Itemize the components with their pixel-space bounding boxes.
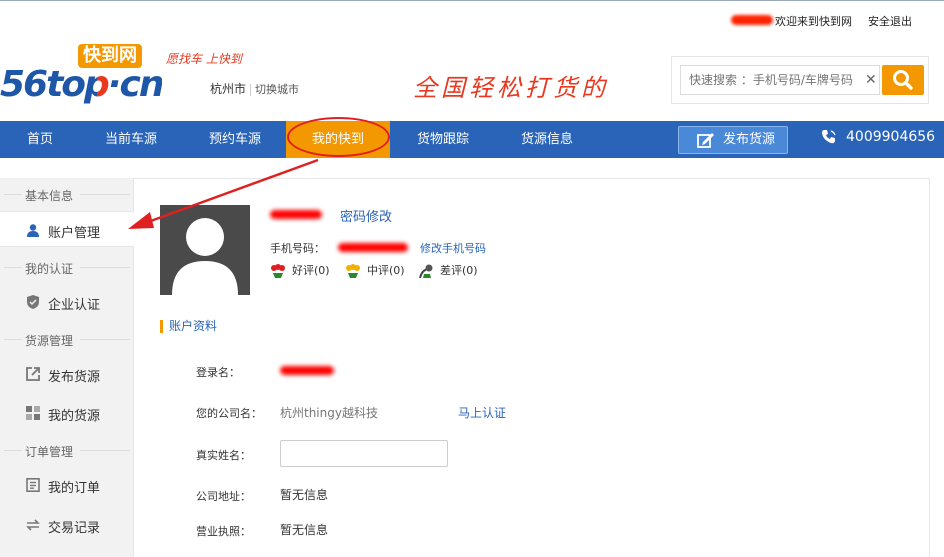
sidebar-item-account[interactable]: 账户管理 xyxy=(0,211,134,247)
default-avatar-icon xyxy=(172,218,238,295)
nav-home[interactable]: 首页 xyxy=(27,121,53,158)
hotline-number: 4009904656 xyxy=(846,129,936,145)
publish-cargo-button[interactable]: 发布货源 xyxy=(678,126,788,154)
login-name-redacted xyxy=(280,366,334,375)
change-password-link[interactable]: 密码修改 xyxy=(340,206,392,225)
username-redacted xyxy=(731,15,773,25)
rating-label: 好评(0) xyxy=(292,264,330,277)
phone-redacted xyxy=(338,243,408,252)
sidebar-item-my-cargo[interactable]: 我的货源 xyxy=(0,395,134,431)
document-icon xyxy=(26,478,40,492)
sidebar: 基本信息 账户管理 我的认证 企业认证 货源管理 发布货源 我的货源 订单管理 … xyxy=(0,178,134,557)
sidebar-section-basic: 基本信息 xyxy=(0,179,134,209)
nav-reserved-vehicles[interactable]: 预约车源 xyxy=(209,121,261,158)
search-button[interactable] xyxy=(882,65,924,95)
main-nav: 首页 当前车源 预约车源 我的快到 货物跟踪 货源信息 xyxy=(0,121,944,158)
rating-bad: 差评(0) xyxy=(418,262,478,278)
shield-icon xyxy=(27,295,39,309)
business-license-value: 暂无信息 xyxy=(280,523,329,537)
username-redacted xyxy=(270,210,322,219)
logout-link[interactable]: 安全退出 xyxy=(868,13,912,29)
login-name-label: 登录名： xyxy=(196,366,240,379)
phone-icon xyxy=(822,130,836,144)
main-content: 密码修改 手机号码： 修改手机号码 好评(0) 中评(0) 差评(0) 账户资料… xyxy=(134,178,930,557)
verify-now-link[interactable]: 马上认证 xyxy=(458,404,506,421)
sidebar-section-orders: 订单管理 xyxy=(0,435,134,465)
rating-label: 差评(0) xyxy=(440,264,478,277)
edit-icon xyxy=(697,133,714,148)
company-name-label: 您的公司名： xyxy=(196,407,262,420)
search-box: ✕ xyxy=(671,56,929,104)
sidebar-item-my-orders[interactable]: 我的订单 xyxy=(0,467,134,503)
rating-good: 好评(0) xyxy=(270,262,330,278)
sidebar-item-publish-cargo[interactable]: 发布货源 xyxy=(0,356,134,392)
real-name-label: 真实姓名： xyxy=(196,449,251,462)
sidebar-item-label: 账户管理 xyxy=(48,226,101,241)
search-input[interactable] xyxy=(680,65,880,95)
welcome-text: 欢迎来到快到网 xyxy=(775,15,852,28)
sidebar-item-label: 交易记录 xyxy=(48,521,101,536)
wilted-icon xyxy=(419,264,433,278)
real-name-input[interactable] xyxy=(280,440,448,467)
sidebar-item-transactions[interactable]: 交易记录 xyxy=(0,507,134,543)
sidebar-item-label: 企业认证 xyxy=(48,298,101,313)
change-phone-link[interactable]: 修改手机号码 xyxy=(420,240,486,256)
flower-red-icon xyxy=(271,264,285,278)
avatar[interactable] xyxy=(160,205,250,295)
sidebar-item-enterprise-cert[interactable]: 企业认证 xyxy=(0,284,134,320)
grid-icon xyxy=(26,406,40,420)
sidebar-section-cert: 我的认证 xyxy=(0,252,134,282)
phone-label: 手机号码： xyxy=(270,242,325,255)
section-title: 订单管理 xyxy=(25,445,74,459)
switch-city-link[interactable]: 切换城市 xyxy=(255,83,299,96)
banner-slogan: 全国轻松打货的 xyxy=(413,74,609,102)
business-license-label: 营业执照： xyxy=(196,525,251,538)
section-title: 货源管理 xyxy=(25,334,74,348)
rating-neutral: 中评(0) xyxy=(345,262,405,278)
top-bar: 欢迎来到快到网 安全退出 xyxy=(0,0,944,38)
sidebar-item-label: 我的订单 xyxy=(48,481,101,496)
company-name-value: 杭州thingy越科技 xyxy=(280,406,378,420)
logo-tag: 快到网 xyxy=(78,44,142,68)
company-address-label: 公司地址： xyxy=(196,490,251,503)
user-icon xyxy=(27,224,39,237)
swap-icon xyxy=(26,519,40,531)
hotline: 4009904656 xyxy=(820,128,935,150)
site-logo[interactable]: 56top·cn xyxy=(0,64,164,105)
sidebar-item-label: 我的货源 xyxy=(48,409,101,424)
publish-cargo-label: 发布货源 xyxy=(723,132,776,147)
external-link-icon xyxy=(26,367,40,381)
section-title: 基本信息 xyxy=(25,189,74,203)
current-city: 杭州市 xyxy=(210,82,247,96)
rating-label: 中评(0) xyxy=(367,264,405,277)
nav-cargo-tracking[interactable]: 货物跟踪 xyxy=(417,121,469,158)
search-icon xyxy=(893,70,913,90)
flower-yellow-icon xyxy=(346,264,360,278)
company-address-value: 暂无信息 xyxy=(280,488,329,502)
logo-slogan: 愿找车 上快到 xyxy=(166,52,242,66)
header: 56top·cn 快到网 愿找车 上快到 杭州市切换城市 全国轻松打货的 ✕ xyxy=(0,38,944,120)
clear-icon[interactable]: ✕ xyxy=(865,72,877,88)
logo-text: 56top·cn xyxy=(0,64,164,105)
sidebar-item-label: 发布货源 xyxy=(48,370,101,385)
sidebar-section-cargo: 货源管理 xyxy=(0,324,134,354)
nav-cargo-info[interactable]: 货源信息 xyxy=(521,121,573,158)
city-selector: 杭州市 切换城市 xyxy=(210,80,299,97)
account-info-heading: 账户资料 xyxy=(160,320,217,333)
nav-current-vehicles[interactable]: 当前车源 xyxy=(105,121,157,158)
section-title: 我的认证 xyxy=(25,262,74,276)
annotation-ellipse xyxy=(287,117,390,157)
